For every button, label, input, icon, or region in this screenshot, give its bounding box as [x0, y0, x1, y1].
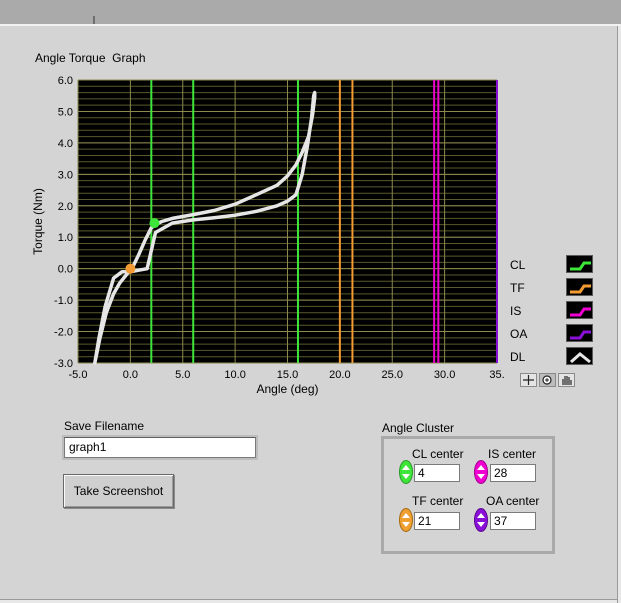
x-tick-label: 5.0 [175, 369, 190, 381]
legend-label: IS [510, 304, 522, 318]
point-cl [149, 218, 160, 229]
take-screenshot-button[interactable]: Take Screenshot [63, 474, 174, 508]
legend-item-tf[interactable]: TF [510, 278, 600, 298]
legend-item-cl[interactable]: CL [510, 255, 600, 275]
legend-item-is[interactable]: IS [510, 301, 600, 321]
hand-icon[interactable] [558, 373, 575, 387]
tf-center-label: TF center [412, 494, 464, 508]
y-tick-label: 0.0 [58, 264, 73, 276]
graph-palette[interactable] [520, 373, 580, 387]
crosshair-icon[interactable] [520, 373, 537, 387]
is-center-spinner[interactable] [474, 460, 488, 484]
is-center-input[interactable]: 28 [490, 464, 536, 482]
x-tick-label: 15.0 [277, 369, 298, 381]
line-icon[interactable] [566, 278, 593, 296]
angle-cluster-title: Angle Cluster [382, 421, 455, 435]
y-tick-label: 5.0 [58, 106, 73, 118]
legend-label: OA [510, 327, 528, 341]
oa-center-label: OA center [486, 494, 540, 508]
legend-label: CL [510, 258, 526, 272]
x-tick-label: -5.0 [69, 369, 88, 381]
x-axis-label: Angle (deg) [256, 382, 318, 396]
save-filename-input[interactable]: graph1 [64, 437, 256, 458]
is-center-label: IS center [488, 447, 537, 461]
line-icon[interactable] [566, 255, 593, 273]
save-filename-label: Save Filename [64, 419, 145, 433]
caret-line-icon[interactable] [566, 347, 593, 365]
legend-item-dl[interactable]: DL [510, 347, 600, 367]
y-tick-label: 3.0 [58, 169, 73, 181]
x-tick-label: 35. [489, 369, 504, 381]
legend-label: DL [510, 350, 526, 364]
oa-center-input[interactable]: 37 [490, 512, 536, 530]
panel-bottom-scroll-edge[interactable] [0, 599, 617, 603]
legend-label: TF [510, 281, 525, 295]
y-tick-label: -1.0 [54, 295, 73, 307]
point-tf [125, 263, 136, 274]
y-tick-label: 6.0 [58, 75, 73, 87]
x-tick-label: 20.0 [329, 369, 350, 381]
cl-center-label: CL center [412, 447, 464, 461]
cl-center-input[interactable]: 4 [414, 464, 460, 482]
tf-center-spinner[interactable] [399, 508, 413, 532]
y-tick-label: -2.0 [54, 327, 73, 339]
line-icon[interactable] [566, 301, 593, 319]
legend-item-oa[interactable]: OA [510, 324, 600, 344]
zoom-icon[interactable] [539, 373, 556, 387]
x-tick-label: 0.0 [123, 369, 138, 381]
y-tick-label: 4.0 [58, 138, 73, 150]
x-tick-label: 10.0 [224, 369, 245, 381]
y-tick-label: 1.0 [58, 232, 73, 244]
line-icon[interactable] [566, 324, 593, 342]
x-tick-label: 25.0 [382, 369, 403, 381]
y-axis-label: Torque (Nm) [31, 188, 45, 255]
tf-center-input[interactable]: 21 [414, 512, 460, 530]
cl-center-spinner[interactable] [399, 460, 413, 484]
oa-center-spinner[interactable] [474, 508, 488, 532]
y-tick-label: 2.0 [58, 201, 73, 213]
x-tick-label: 30.0 [434, 369, 455, 381]
